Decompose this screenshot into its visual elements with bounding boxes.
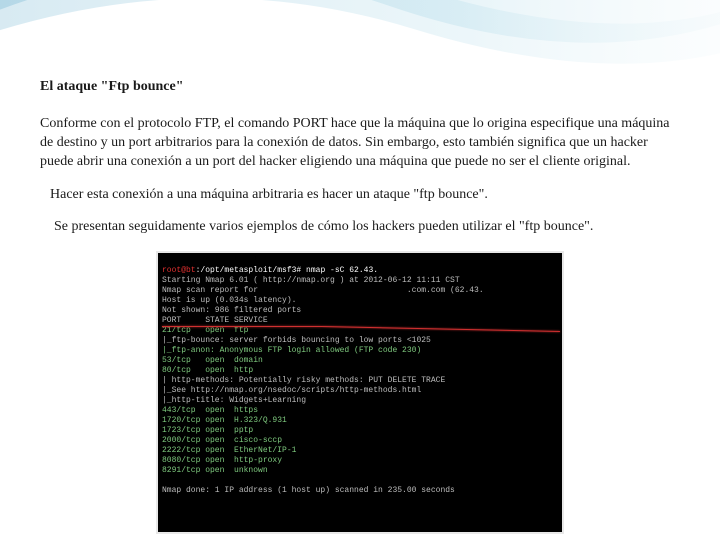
term-done: Nmap done: 1 IP address (1 host up) scan… xyxy=(162,486,455,495)
term-line: | http-methods: Potentially risky method… xyxy=(162,376,445,385)
term-line: 443/tcp open https xyxy=(162,406,258,415)
term-line: |_http-title: Widgets+Learning xyxy=(162,396,306,405)
terminal-screenshot: root@bt:/opt/metasploit/msf3# nmap -sC 6… xyxy=(156,251,564,534)
term-line: 53/tcp open domain xyxy=(162,356,263,365)
term-line: 8291/tcp open unknown xyxy=(162,466,268,475)
term-line: 8080/tcp open http-proxy xyxy=(162,456,282,465)
term-prompt-user: root@bt xyxy=(162,266,196,275)
term-line: Not shown: 986 filtered ports xyxy=(162,306,301,315)
term-line: 21/tcp open ftp xyxy=(162,326,248,335)
term-line: Host is up (0.034s latency). xyxy=(162,296,296,305)
term-line: |_ftp-bounce: server forbids bouncing to… xyxy=(162,336,431,345)
highlight-line xyxy=(162,326,322,327)
term-line: Nmap scan report for .com.com (62.43. xyxy=(162,286,484,295)
term-line: 2222/tcp open EtherNet/IP-1 xyxy=(162,446,296,455)
term-line: 1723/tcp open pptp xyxy=(162,426,253,435)
term-line: PORT STATE SERVICE xyxy=(162,316,268,325)
term-prompt-path: :/opt/metasploit/msf3# xyxy=(196,266,302,275)
term-line: |_See http://nmap.org/nsedoc/scripts/htt… xyxy=(162,386,421,395)
term-line: 80/tcp open http xyxy=(162,366,253,375)
term-line: |_ftp-anon: Anonymous FTP login allowed … xyxy=(162,346,421,355)
paragraph-2: Hacer esta conexión a una máquina arbitr… xyxy=(40,186,680,205)
term-prompt-cmd: nmap -sC 62.43. xyxy=(301,266,378,275)
highlight-line xyxy=(322,326,560,332)
paragraph-1: Conforme con el protocolo FTP, el comand… xyxy=(40,115,680,172)
slide-content: El ataque "Ftp bounce" Conforme con el p… xyxy=(0,0,720,534)
term-line: Starting Nmap 6.01 ( http://nmap.org ) a… xyxy=(162,276,460,285)
term-line: 2000/tcp open cisco-sccp xyxy=(162,436,282,445)
slide-title: El ataque "Ftp bounce" xyxy=(40,78,680,97)
term-line: 1720/tcp open H.323/Q.931 xyxy=(162,416,287,425)
paragraph-3: Se presentan seguidamente varios ejemplo… xyxy=(40,218,680,237)
